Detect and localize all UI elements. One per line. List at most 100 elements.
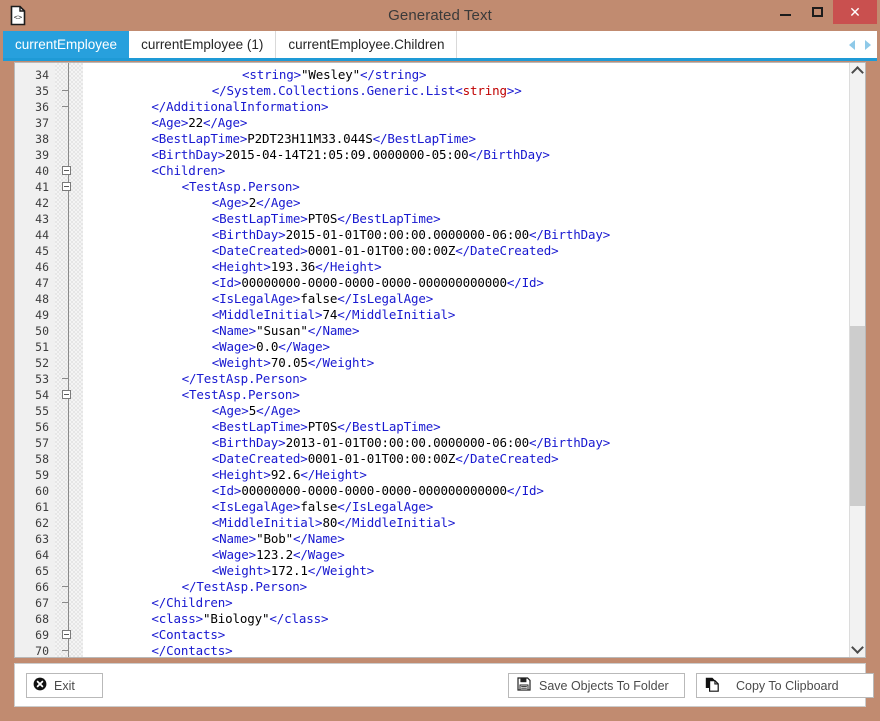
code-line: 70 </Contacts> — [15, 643, 851, 657]
fold-toggle[interactable] — [62, 179, 90, 195]
code-text: <DateCreated>0001-01-01T00:00:00Z</DateC… — [212, 243, 559, 259]
code-token: </Height> — [300, 467, 367, 482]
code-line: 57 <BirthDay>2013-01-01T00:00:00.0000000-… — [15, 435, 851, 451]
code-token: <DateCreated> — [211, 243, 308, 258]
line-number: 70 — [35, 644, 49, 657]
title-bar: <> Generated Text ✕ — [0, 0, 880, 31]
code-token: </BirthDay> — [528, 227, 611, 242]
code-line: 66 </TestAsp.Person> — [15, 579, 851, 595]
fold-toggle[interactable] — [62, 163, 90, 179]
tab-1[interactable]: currentEmployee (1) — [129, 31, 277, 58]
line-number: 35 — [35, 84, 49, 98]
code-text: </Children> — [151, 595, 232, 611]
arrow-left-icon[interactable] — [849, 39, 855, 50]
minimize-icon — [779, 14, 791, 16]
close-button[interactable]: ✕ — [833, 0, 877, 24]
code-text: <Weight>70.05</Weight> — [212, 355, 374, 371]
code-line: 52 <Weight>70.05</Weight> — [15, 355, 851, 371]
line-number: 68 — [35, 612, 49, 626]
code-view[interactable]: 34 <string>"Wesley"</string> 35 </System.Co… — [15, 63, 851, 657]
code-line: 42 <Age>2</Age> — [15, 195, 851, 211]
copy-pages-icon — [705, 677, 720, 695]
scrollbar-thumb[interactable] — [850, 326, 865, 506]
code-token: 2013-01-01T00:00:00.0000000-06:00 — [285, 435, 530, 450]
code-token: </MiddleInitial> — [337, 515, 456, 530]
code-token: "Susan" — [256, 323, 308, 338]
code-token: </Weight> — [307, 563, 375, 578]
code-token: </Id> — [506, 275, 544, 290]
code-token: <TestAsp.Person> — [181, 179, 300, 194]
code-token: </IsLegalAge> — [337, 499, 434, 514]
code-token: <Wage> — [211, 339, 257, 354]
scroll-up-button[interactable] — [850, 63, 865, 79]
close-icon: ✕ — [849, 4, 861, 20]
code-text: <BestLapTime>P2DT23H11M33.044S</BestLapT… — [151, 131, 476, 147]
code-token: P2DT23H11M33.044S — [247, 131, 373, 146]
tab-0[interactable]: currentEmployee — [3, 31, 130, 58]
code-line: 58 <DateCreated>0001-01-01T00:00:00Z</Dat… — [15, 451, 851, 467]
fold-branch-icon — [62, 586, 69, 587]
fold-collapse-icon — [62, 630, 71, 639]
chevron-up-icon — [851, 66, 864, 79]
fold-branch-icon — [62, 650, 69, 651]
code-token: </Wage> — [292, 547, 345, 562]
code-token: 00000000-0000-0000-0000-000000000000 — [241, 483, 507, 498]
line-number: 41 — [35, 180, 49, 194]
code-token: </Wage> — [278, 339, 330, 354]
code-editor[interactable]: 34 <string>"Wesley"</string> 35 </System.Co… — [14, 62, 866, 658]
code-text: <IsLegalAge>false</IsLegalAge> — [212, 499, 433, 515]
code-line: 45 <DateCreated>0001-01-01T00:00:00Z</Dat… — [15, 243, 851, 259]
code-token: <class> — [151, 611, 204, 626]
code-text: <Age>22</Age> — [151, 115, 247, 131]
arrow-right-icon[interactable] — [865, 39, 871, 50]
code-token: "Biology" — [203, 611, 270, 626]
code-line: 69 <Contacts> — [15, 627, 851, 643]
tab-strip: currentEmployee currentEmployee (1) curren… — [3, 31, 877, 61]
code-token: </IsLegalAge> — [337, 291, 434, 306]
code-token: "Wesley" — [301, 67, 361, 82]
code-text: <TestAsp.Person> — [182, 387, 300, 403]
copy-clipboard-button-label: Copy To Clipboard — [736, 678, 839, 693]
exit-button[interactable]: Exit — [26, 673, 103, 698]
line-number: 34 — [35, 68, 49, 82]
code-text: <Id>00000000-0000-0000-0000-000000000000… — [212, 275, 544, 291]
code-line: 36 </AdditionalInformation> — [15, 99, 851, 115]
code-line: 40 <Children> — [15, 163, 851, 179]
code-token: 92.6 — [270, 467, 301, 482]
fold-toggle[interactable] — [62, 627, 90, 643]
code-token: </Age> — [256, 195, 301, 210]
code-token: <Height> — [211, 259, 271, 274]
line-number: 56 — [35, 420, 49, 434]
code-line: 68 <class>"Biology"</class> — [15, 611, 851, 627]
fold-toggle[interactable] — [62, 387, 90, 403]
code-token: </string> — [360, 67, 427, 82]
code-line: 49 <MiddleInitial>74</MiddleInitial> — [15, 307, 851, 323]
tab-2[interactable]: currentEmployee.Children — [276, 31, 458, 58]
code-line: 44 <BirthDay>2015-01-01T00:00:00.0000000-… — [15, 227, 851, 243]
save-objects-button-label: Save Objects To Folder — [539, 678, 669, 693]
minimize-button[interactable] — [770, 0, 800, 24]
code-token: <string> — [242, 67, 302, 82]
code-token: <Contacts> — [151, 627, 226, 642]
tab-label: currentEmployee — [15, 37, 118, 52]
code-token: <TestAsp.Person> — [181, 387, 300, 402]
code-token: <IsLegalAge> — [211, 499, 301, 514]
save-objects-button[interactable]: Save Objects To Folder — [508, 673, 685, 698]
vertical-scrollbar[interactable] — [849, 63, 865, 657]
code-text: <Wage>0.0</Wage> — [212, 339, 330, 355]
code-token: </System.Collections.Generic.List< — [211, 83, 463, 98]
code-line: 60 <Id>00000000-0000-0000-0000-0000000000… — [15, 483, 851, 499]
code-token: >> — [506, 83, 522, 98]
code-line: 38 <BestLapTime>P2DT23H11M33.044S</BestLa… — [15, 131, 851, 147]
scroll-down-button[interactable] — [850, 641, 865, 657]
code-token: 22 — [188, 115, 204, 130]
maximize-button[interactable] — [802, 0, 832, 24]
line-number: 69 — [35, 628, 49, 642]
code-token: <BestLapTime> — [211, 211, 308, 226]
line-number: 62 — [35, 516, 49, 530]
code-token: <IsLegalAge> — [211, 291, 301, 306]
code-text: <BestLapTime>PT0S</BestLapTime> — [212, 211, 441, 227]
code-token: <BirthDay> — [211, 435, 286, 450]
line-number: 50 — [35, 324, 49, 338]
copy-clipboard-button[interactable]: Copy To Clipboard — [696, 673, 874, 698]
